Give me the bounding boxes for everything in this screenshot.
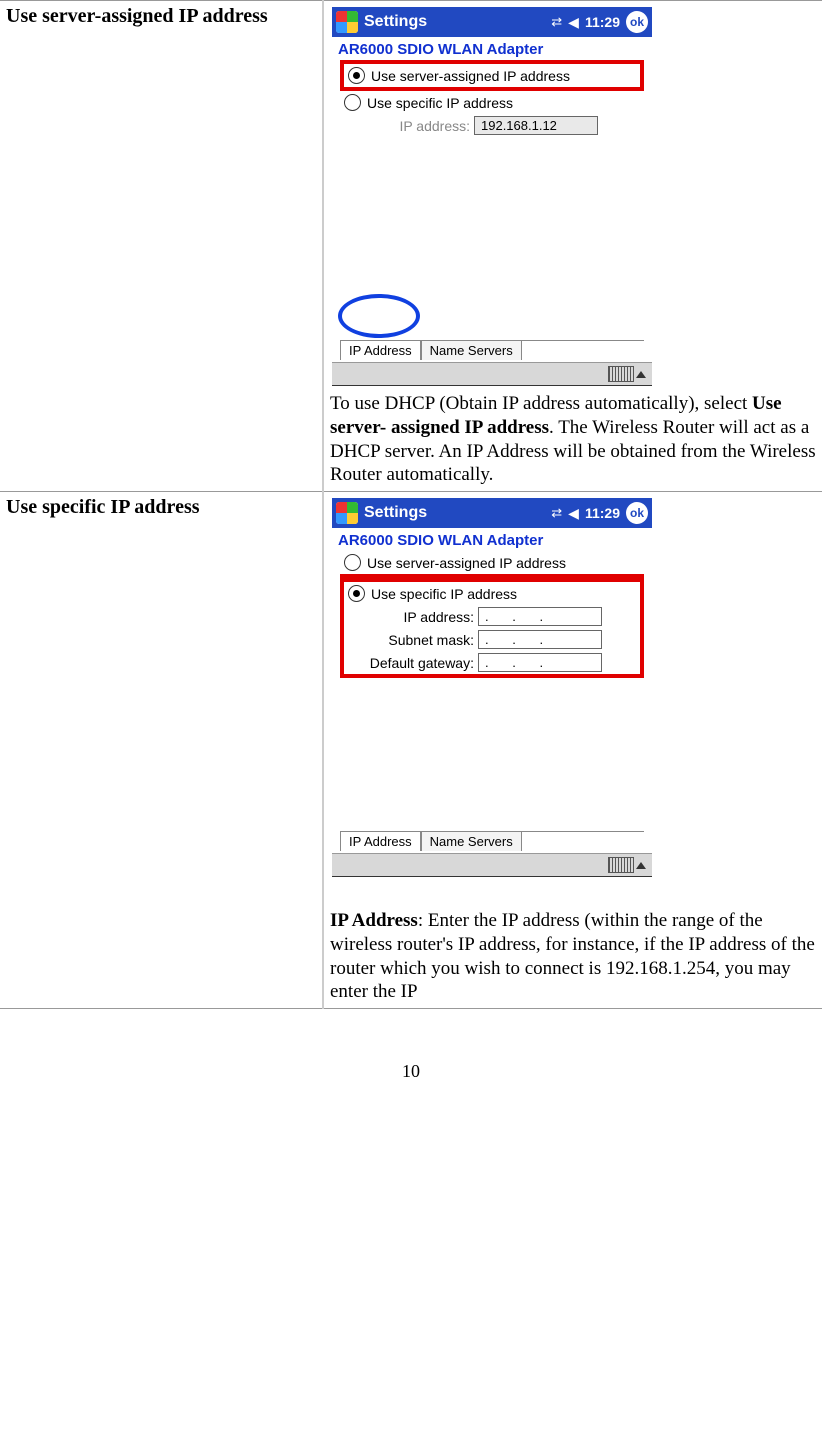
page-number: 10 <box>0 1061 822 1082</box>
subnet-mask-field: Subnet mask: . . . <box>344 628 640 651</box>
row1-title: Use server-assigned IP address <box>6 5 316 28</box>
clock: 11:29 <box>585 505 620 521</box>
speaker-icon: ◀ <box>568 14 579 31</box>
radio-icon <box>348 585 365 602</box>
tab-name-servers[interactable]: Name Servers <box>421 832 522 851</box>
row1-description: To use DHCP (Obtain IP address automatic… <box>330 392 816 487</box>
field-label: IP address: <box>364 609 474 625</box>
ip-address-field: IP address: . . . <box>344 605 640 628</box>
radio-specific-ip[interactable]: Use specific IP address <box>344 582 640 605</box>
radio-label: Use server-assigned IP address <box>371 68 570 84</box>
speaker-icon: ◀ <box>568 505 579 522</box>
radio-icon <box>348 67 365 84</box>
field-label: Subnet mask: <box>364 632 474 648</box>
clock: 11:29 <box>585 14 620 30</box>
ok-button[interactable]: ok <box>626 502 648 524</box>
keyboard-icon[interactable] <box>608 857 634 873</box>
chevron-up-icon[interactable] <box>636 371 646 378</box>
radio-server-assigned[interactable]: Use server-assigned IP address <box>344 64 640 87</box>
radio-specific-ip[interactable]: Use specific IP address <box>340 91 644 114</box>
adapter-title: AR6000 SDIO WLAN Adapter <box>332 37 652 60</box>
windows-flag-icon <box>336 502 358 524</box>
titlebar: Settings ⇄ ◀ 11:29 ok <box>332 498 652 528</box>
screenshot-2: Settings ⇄ ◀ 11:29 ok AR6000 SDIO WLAN A… <box>332 498 652 877</box>
titlebar: Settings ⇄ ◀ 11:29 ok <box>332 7 652 37</box>
default-gateway-field: Default gateway: . . . <box>344 651 640 674</box>
default-gateway-input[interactable]: . . . <box>478 653 602 672</box>
windows-flag-icon <box>336 11 358 33</box>
radio-icon <box>344 94 361 111</box>
ip-address-input[interactable]: 192.168.1.12 <box>474 116 598 135</box>
row2-description: IP Address: Enter the IP address (within… <box>330 909 816 1004</box>
radio-server-assigned[interactable]: Use server-assigned IP address <box>340 551 644 578</box>
adapter-title: AR6000 SDIO WLAN Adapter <box>332 528 652 551</box>
settings-table: Use server-assigned IP address Settings … <box>0 0 822 1009</box>
radio-label: Use server-assigned IP address <box>367 555 566 571</box>
bottombar <box>332 853 652 876</box>
connectivity-icon: ⇄ <box>551 505 562 521</box>
tab-ip-address[interactable]: IP Address <box>340 832 421 851</box>
tabstrip: IP Address Name Servers <box>340 831 644 851</box>
window-title: Settings <box>364 504 545 522</box>
ip-address-field: IP address: 192.168.1.12 <box>340 114 644 137</box>
screenshot-1: Settings ⇄ ◀ 11:29 ok AR6000 SDIO WLAN A… <box>332 7 652 386</box>
bottombar <box>332 362 652 385</box>
tab-ip-address[interactable]: IP Address <box>340 341 421 360</box>
ok-button[interactable]: ok <box>626 11 648 33</box>
ip-address-input[interactable]: . . . <box>478 607 602 626</box>
keyboard-icon[interactable] <box>608 366 634 382</box>
highlight-redbox: Use specific IP address IP address: . . … <box>340 578 644 678</box>
tabstrip: IP Address Name Servers <box>340 340 644 360</box>
connectivity-icon: ⇄ <box>551 14 562 30</box>
field-label: IP address: <box>360 118 470 134</box>
radio-icon <box>344 554 361 571</box>
field-label: Default gateway: <box>364 655 474 671</box>
row2-title: Use specific IP address <box>6 496 316 519</box>
radio-label: Use specific IP address <box>367 95 513 111</box>
chevron-up-icon[interactable] <box>636 862 646 869</box>
highlight-redbox: Use server-assigned IP address <box>340 60 644 91</box>
subnet-mask-input[interactable]: . . . <box>478 630 602 649</box>
tab-name-servers[interactable]: Name Servers <box>421 341 522 360</box>
window-title: Settings <box>364 13 545 31</box>
radio-label: Use specific IP address <box>371 586 517 602</box>
